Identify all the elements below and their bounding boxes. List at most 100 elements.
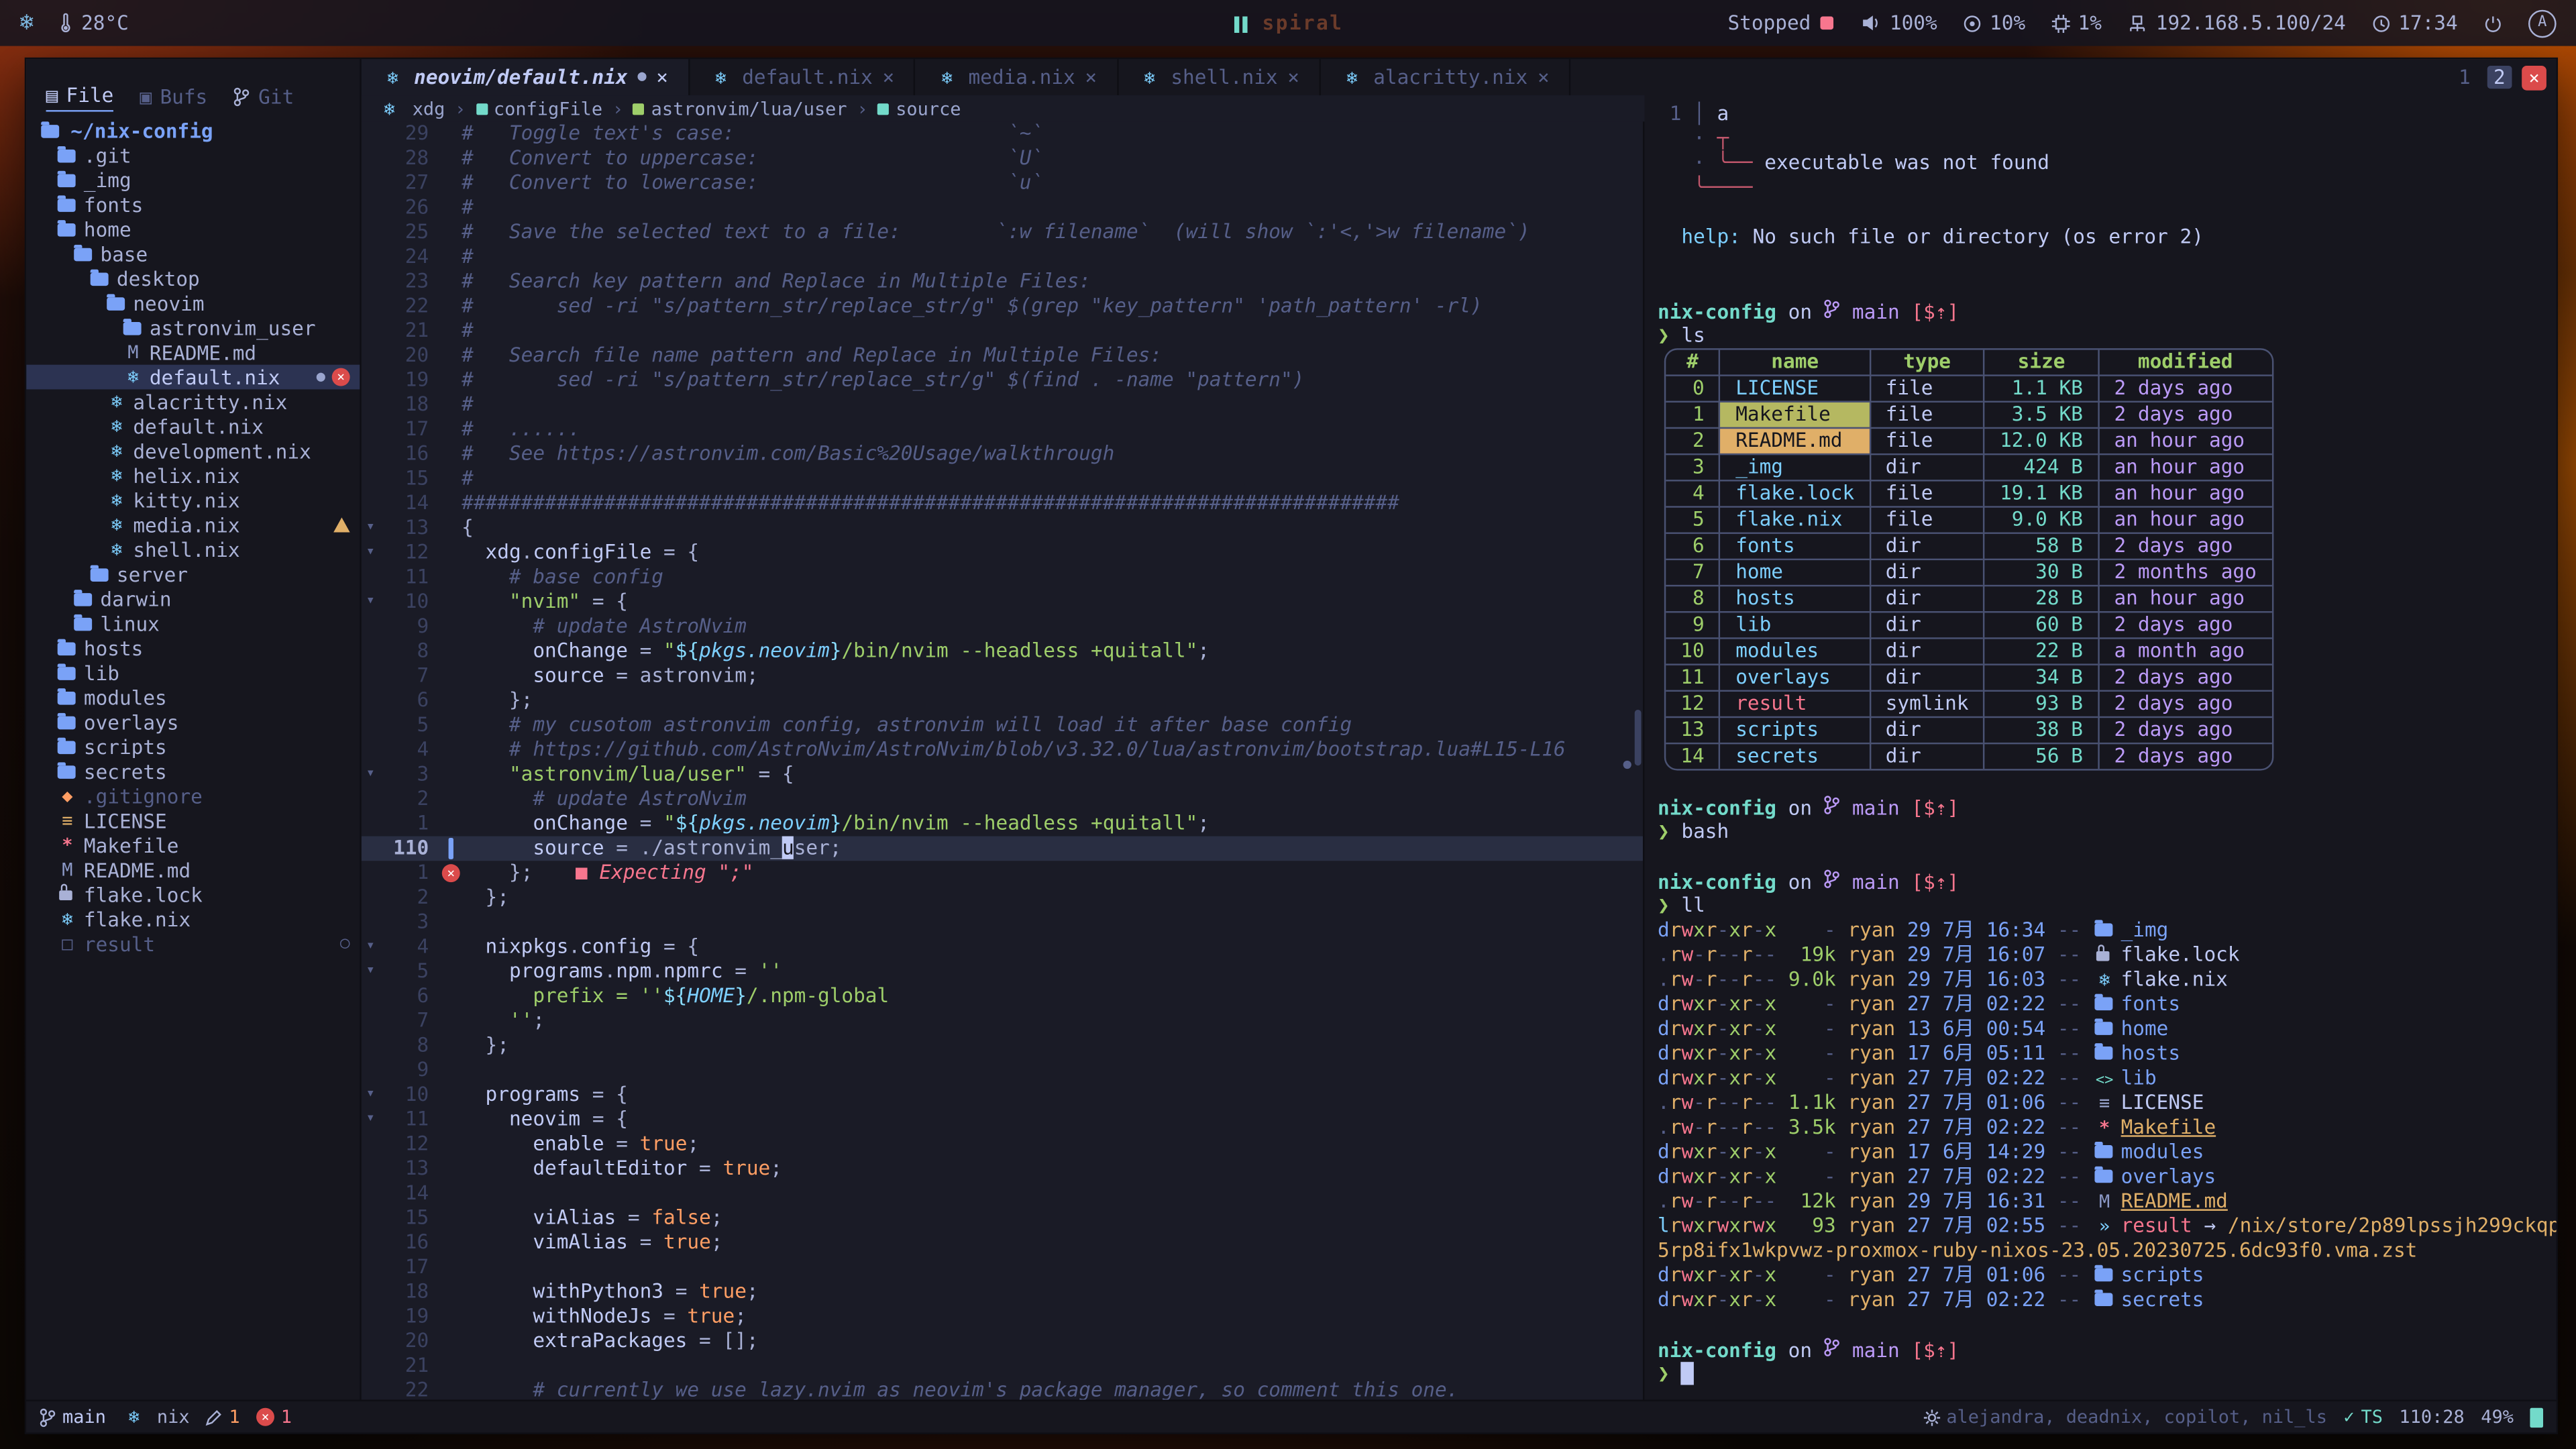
tree-item[interactable]: server [26, 562, 360, 587]
tabpage-1[interactable]: 1 [2452, 66, 2477, 89]
chevron-right-icon: › [612, 98, 623, 119]
tree-item[interactable]: lib [26, 660, 360, 685]
breadcrumb-segment[interactable]: ❄xdg [378, 98, 445, 119]
ls-table-row: 14secretsdir56 B2 days ago [1666, 743, 2271, 769]
volume-widget[interactable]: 100% [1862, 11, 1937, 34]
tree-item[interactable]: ❄flake.nix [26, 907, 360, 932]
tree-item[interactable]: ❄shell.nix [26, 537, 360, 562]
cpu-value: 1% [2078, 11, 2102, 34]
tree-item[interactable]: ❄kitty.nix [26, 488, 360, 513]
tree-item[interactable]: *Makefile [26, 833, 360, 858]
tree-item[interactable]: ❄default.nix [26, 414, 360, 439]
sidebar-tab-bufs[interactable]: ▣Bufs [140, 85, 208, 111]
editor-line: 16# See https://astronvim.com/Basic%20Us… [362, 442, 1643, 467]
power-icon[interactable] [2484, 14, 2502, 32]
tree-item[interactable]: modules [26, 685, 360, 710]
buffer-tab[interactable]: ❄shell.nix× [1118, 59, 1321, 95]
cpu-widget[interactable]: 1% [2051, 11, 2102, 34]
tree-item[interactable]: linux [26, 611, 360, 636]
close-icon[interactable]: × [1287, 66, 1299, 89]
folder-icon [2094, 1145, 2112, 1159]
media-widget[interactable]: Stopped [1727, 11, 1835, 34]
ls-table-row: 8hostsdir28 Ban hour ago [1666, 585, 2271, 611]
tree-item[interactable]: fonts [26, 193, 360, 217]
tree-item[interactable]: ❄development.nix [26, 439, 360, 464]
tree-item[interactable]: neovim [26, 290, 360, 315]
tree-item[interactable]: secrets [26, 759, 360, 784]
disk-widget[interactable]: 10% [1964, 11, 2025, 34]
network-widget[interactable]: 192.168.5.100/24 [2128, 11, 2346, 34]
tree-item[interactable]: scripts [26, 735, 360, 759]
nix-icon: ❄ [105, 465, 128, 486]
tree-item[interactable]: □result○ [26, 932, 360, 957]
terminal-pane[interactable]: 1 │ a · ┬ · ╰── executable was not found… [1644, 95, 2556, 1399]
tree-item[interactable]: ≡LICENSE [26, 808, 360, 833]
tree-item[interactable]: overlays [26, 710, 360, 735]
breadcrumb-segment[interactable]: configFile [476, 98, 602, 119]
tree-item[interactable]: ❄helix.nix [26, 464, 360, 488]
tabpage-2[interactable]: 2 [2487, 66, 2512, 89]
tree-item-label: README.md [150, 341, 256, 364]
nix-logo-icon[interactable]: ❄ [19, 10, 34, 36]
close-icon[interactable]: × [883, 66, 895, 89]
env-segment: ❄ nix [122, 1406, 189, 1428]
tree-item-label: flake.nix [84, 908, 191, 930]
clock-widget[interactable]: 17:34 [2372, 11, 2458, 34]
folder-icon [91, 272, 109, 285]
ls-table: #nametypesizemodified0LICENSEfile1.1 KB2… [1664, 348, 2273, 770]
close-icon[interactable]: × [656, 66, 668, 89]
tree-item-label: lib [84, 661, 119, 684]
tree-item[interactable]: home [26, 217, 360, 241]
ls-table-header: modified [2098, 350, 2271, 375]
editor-scrollbar[interactable] [1635, 710, 1642, 765]
file-explorer[interactable]: ▤File ▣Bufs Git ~/nix-config .git_imgfonts… [26, 59, 362, 1399]
pause-icon [1233, 11, 1249, 34]
desktop: ❄ 28°C spiral Stopped 100% 10% [0, 0, 2576, 1449]
chevron-right-icon: › [857, 98, 867, 119]
sidebar-tab-file[interactable]: ▤File [46, 84, 114, 112]
sidebar-tab-git[interactable]: Git [233, 85, 294, 111]
tree-item[interactable]: ❄alacritty.nix [26, 389, 360, 414]
diff-segment[interactable]: 1 [206, 1406, 240, 1428]
tree-item[interactable]: base [26, 241, 360, 266]
diagnostics-segment[interactable]: × 1 [256, 1406, 292, 1428]
tree-item[interactable]: _img [26, 168, 360, 193]
workspace-indicator[interactable]: spiral [1233, 11, 1344, 34]
close-tab-button[interactable]: × [2522, 65, 2546, 90]
keyboard-layout-badge[interactable]: A [2528, 9, 2557, 37]
editor-line: ▾5 programs.npm.npmrc = '' [362, 959, 1643, 984]
tree-item[interactable]: ❄media.nix [26, 513, 360, 537]
breadcrumb-segment[interactable]: source [877, 98, 961, 119]
editor-line: ▾13{ [362, 516, 1643, 541]
tree-item[interactable]: .git [26, 143, 360, 168]
close-icon[interactable]: × [1085, 66, 1097, 89]
statusline: main ❄ nix 1 × 1 alejandra, deadnix, cop… [26, 1400, 2556, 1433]
buffer-tab[interactable]: ❄default.nix× [690, 59, 916, 95]
breadcrumb-segment[interactable]: astronvim/lua/user [633, 98, 847, 119]
breadcrumb[interactable]: ❄xdg›configFile›astronvim/lua/user›sourc… [362, 95, 1645, 121]
close-icon[interactable]: × [1538, 66, 1550, 89]
nix-icon: ❄ [378, 98, 400, 119]
tree-item[interactable]: desktop [26, 266, 360, 291]
buffer-tab[interactable]: ❄alacritty.nix× [1321, 59, 1571, 95]
tree-item[interactable]: ❄default.nix●× [26, 365, 360, 390]
tree-item-label: secrets [84, 760, 167, 783]
tree-item[interactable]: flake.lock [26, 882, 360, 907]
tree-item[interactable]: darwin [26, 586, 360, 611]
tree-root[interactable]: ~/nix-config [26, 118, 360, 143]
tree-item[interactable]: hosts [26, 636, 360, 661]
editor-line: 1× };■ Expecting ";" [362, 861, 1643, 885]
tree-item[interactable]: MREADME.md [26, 340, 360, 365]
buffer-tab[interactable]: ❄media.nix× [916, 59, 1118, 95]
terminal-line: drwxr-xr-x - ryan 17 6月 14:29 -- modules [1658, 1140, 2543, 1165]
tree-item[interactable]: astronvim_user [26, 315, 360, 340]
git-branch-icon [40, 1407, 56, 1427]
file-tab-icon: ▤ [46, 84, 58, 107]
terminal-window: ▤File ▣Bufs Git ~/nix-config .git_imgfonts… [26, 59, 2556, 1432]
buffer-tab[interactable]: ❄neovim/default.nix●× [362, 59, 690, 95]
lsp-tools-segment[interactable]: alejandra, deadnix, copilot, nil_ls [1923, 1406, 2327, 1428]
tree-item[interactable]: ◆.gitignore [26, 784, 360, 808]
git-branch-segment[interactable]: main [40, 1406, 106, 1428]
tree-item[interactable]: MREADME.md [26, 857, 360, 882]
editor[interactable]: 29# Toggle text's case: `~`28# Convert t… [362, 121, 1645, 1399]
